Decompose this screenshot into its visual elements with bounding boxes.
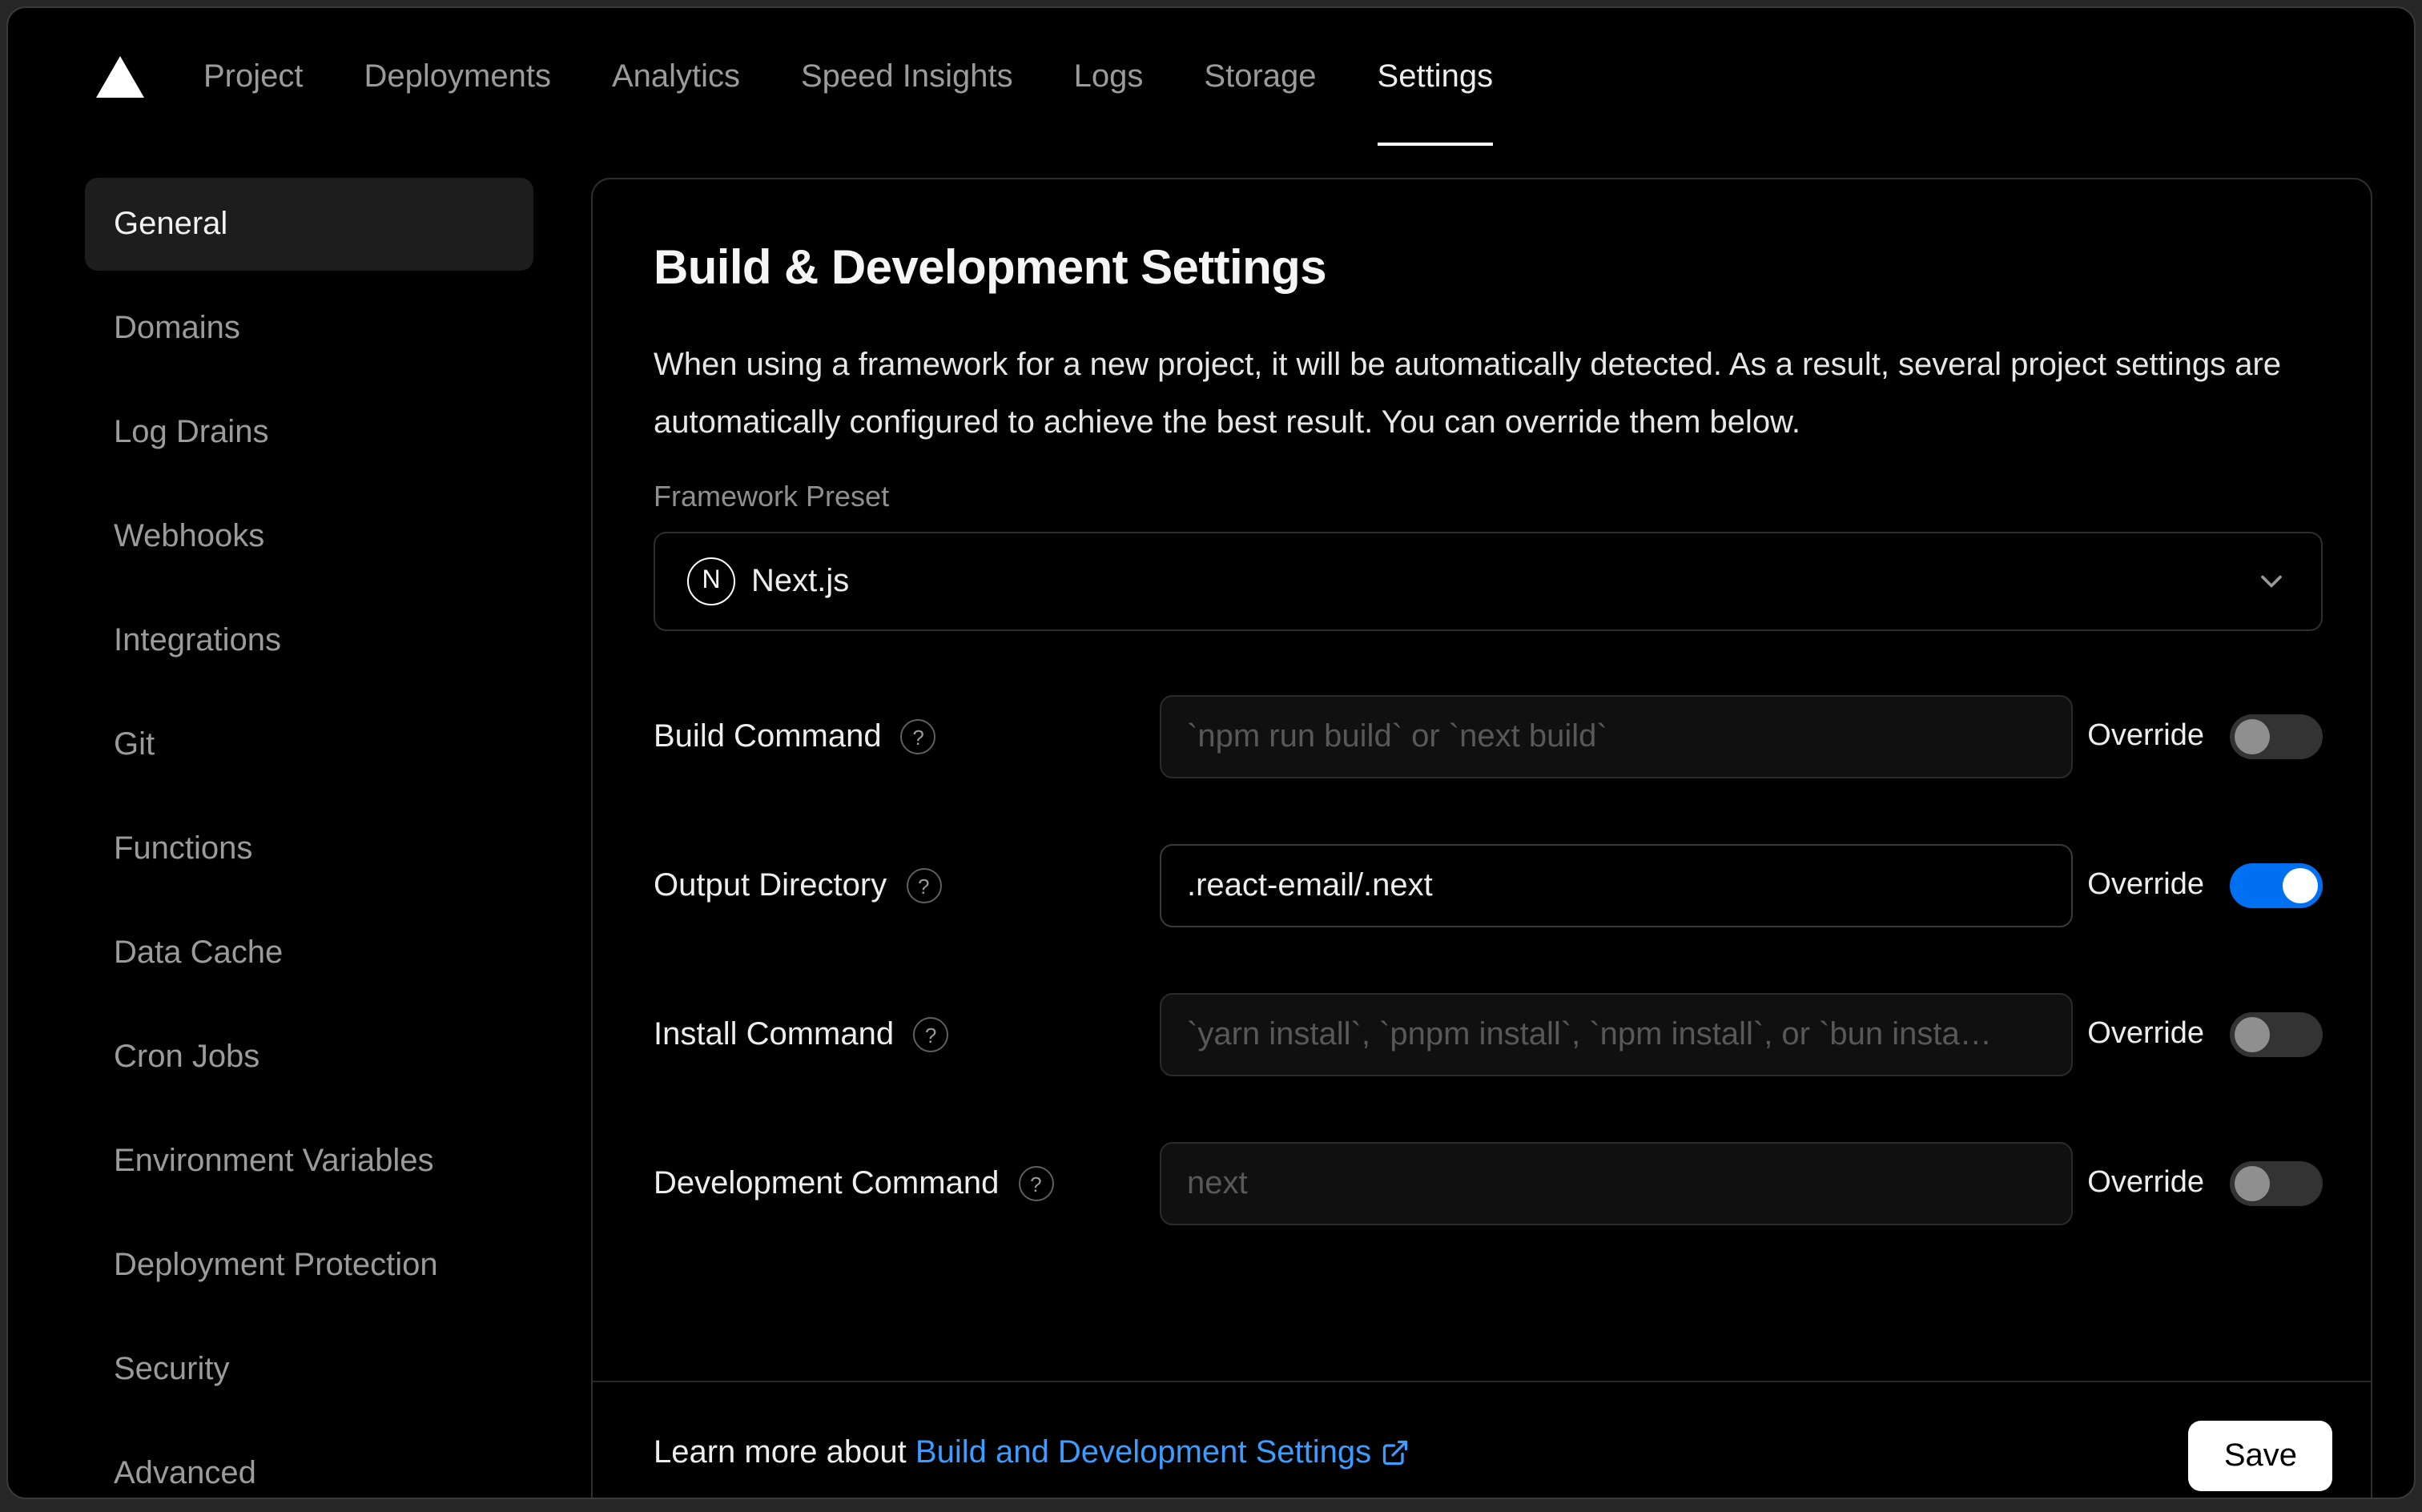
build-command-override-toggle[interactable] — [2230, 714, 2323, 759]
nav-tab-settings[interactable]: Settings — [1347, 8, 1524, 146]
toggle-knob — [2235, 1166, 2270, 1201]
framework-preset-select[interactable]: N Next.js — [654, 532, 2323, 631]
install-command-row: Install Command ? Override — [654, 993, 2323, 1076]
framework-preset-value: Next.js — [751, 563, 850, 598]
output-directory-input[interactable] — [1160, 844, 2073, 927]
screen: Project Deployments Analytics Speed Insi… — [0, 0, 2422, 1512]
external-link-icon — [1381, 1440, 1410, 1475]
install-command-override-label: Override — [2087, 1017, 2204, 1051]
build-command-input[interactable] — [1160, 695, 2073, 778]
sidebar-item-data-cache[interactable]: Data Cache — [85, 907, 533, 999]
development-command-help-icon[interactable]: ? — [1018, 1166, 1054, 1201]
sidebar-item-functions[interactable]: Functions — [85, 802, 533, 895]
sidebar-item-deployment-protection[interactable]: Deployment Protection — [85, 1219, 533, 1312]
development-command-override-toggle[interactable] — [2230, 1161, 2323, 1206]
sidebar-item-git[interactable]: Git — [85, 698, 533, 791]
card-description: When using a framework for a new project… — [654, 348, 2282, 440]
sidebar-item-security[interactable]: Security — [85, 1323, 533, 1416]
install-command-override-toggle[interactable] — [2230, 1012, 2323, 1057]
sidebar-item-webhooks[interactable]: Webhooks — [85, 490, 533, 583]
toggle-knob — [2235, 719, 2270, 754]
sidebar-item-domains[interactable]: Domains — [85, 282, 533, 375]
toggle-knob — [2283, 868, 2318, 903]
nav-tab-analytics[interactable]: Analytics — [581, 8, 770, 146]
output-directory-label: Output Directory — [654, 867, 887, 903]
output-directory-override-toggle[interactable] — [2230, 863, 2323, 908]
page-body: General Domains Log Drains Webhooks Inte… — [8, 146, 2414, 1498]
build-settings-card: Build & Development Settings When using … — [591, 178, 2372, 1498]
setting-rows: Build Command ? Override Output Dir — [654, 695, 2323, 1336]
nav-tab-deployments[interactable]: Deployments — [334, 8, 581, 146]
sidebar-item-integrations[interactable]: Integrations — [85, 594, 533, 687]
nextjs-logo-icon: N — [687, 557, 735, 605]
learn-more-prefix: Learn more about — [654, 1435, 907, 1470]
chevron-down-icon — [2254, 564, 2289, 599]
sidebar-item-log-drains[interactable]: Log Drains — [85, 386, 533, 479]
output-directory-help-icon[interactable]: ? — [906, 868, 942, 903]
build-command-row: Build Command ? Override — [654, 695, 2323, 778]
card-footer: Learn more about Build and Development S… — [593, 1381, 2371, 1498]
top-nav: Project Deployments Analytics Speed Insi… — [8, 8, 2414, 146]
learn-more-text: Learn more about Build and Development S… — [654, 1435, 1410, 1477]
project-tabs: Project Deployments Analytics Speed Insi… — [173, 8, 1523, 146]
nav-tab-project[interactable]: Project — [173, 8, 334, 146]
development-command-override-label: Override — [2087, 1166, 2204, 1200]
install-command-input[interactable] — [1160, 993, 2073, 1076]
nav-tab-speed-insights[interactable]: Speed Insights — [770, 8, 1044, 146]
install-command-label: Install Command — [654, 1016, 895, 1052]
development-command-row: Development Command ? Override — [654, 1142, 2323, 1225]
build-command-help-icon[interactable]: ? — [900, 719, 936, 754]
toggle-knob — [2235, 1017, 2270, 1052]
framework-preset-label: Framework Preset — [654, 481, 890, 513]
vercel-logo-icon[interactable] — [96, 56, 144, 98]
sidebar-item-cron-jobs[interactable]: Cron Jobs — [85, 1011, 533, 1104]
output-directory-row: Output Directory ? Override — [654, 844, 2323, 927]
build-command-override-label: Override — [2087, 719, 2204, 753]
build-command-label: Build Command — [654, 718, 882, 754]
build-settings-docs-link[interactable]: Build and Development Settings — [915, 1435, 1371, 1470]
development-command-input[interactable] — [1160, 1142, 2073, 1225]
settings-sidebar: General Domains Log Drains Webhooks Inte… — [85, 178, 533, 1498]
card-title: Build & Development Settings — [654, 242, 1327, 295]
install-command-help-icon[interactable]: ? — [913, 1017, 949, 1052]
nav-tab-storage[interactable]: Storage — [1173, 8, 1346, 146]
output-directory-override-label: Override — [2087, 868, 2204, 902]
app-window: Project Deployments Analytics Speed Insi… — [6, 6, 2416, 1499]
sidebar-item-general[interactable]: General — [85, 178, 533, 271]
save-button[interactable]: Save — [2188, 1421, 2332, 1491]
development-command-label: Development Command — [654, 1165, 1000, 1200]
sidebar-item-advanced[interactable]: Advanced — [85, 1427, 533, 1498]
sidebar-item-environment-variables[interactable]: Environment Variables — [85, 1115, 533, 1208]
nav-tab-logs[interactable]: Logs — [1044, 8, 1174, 146]
